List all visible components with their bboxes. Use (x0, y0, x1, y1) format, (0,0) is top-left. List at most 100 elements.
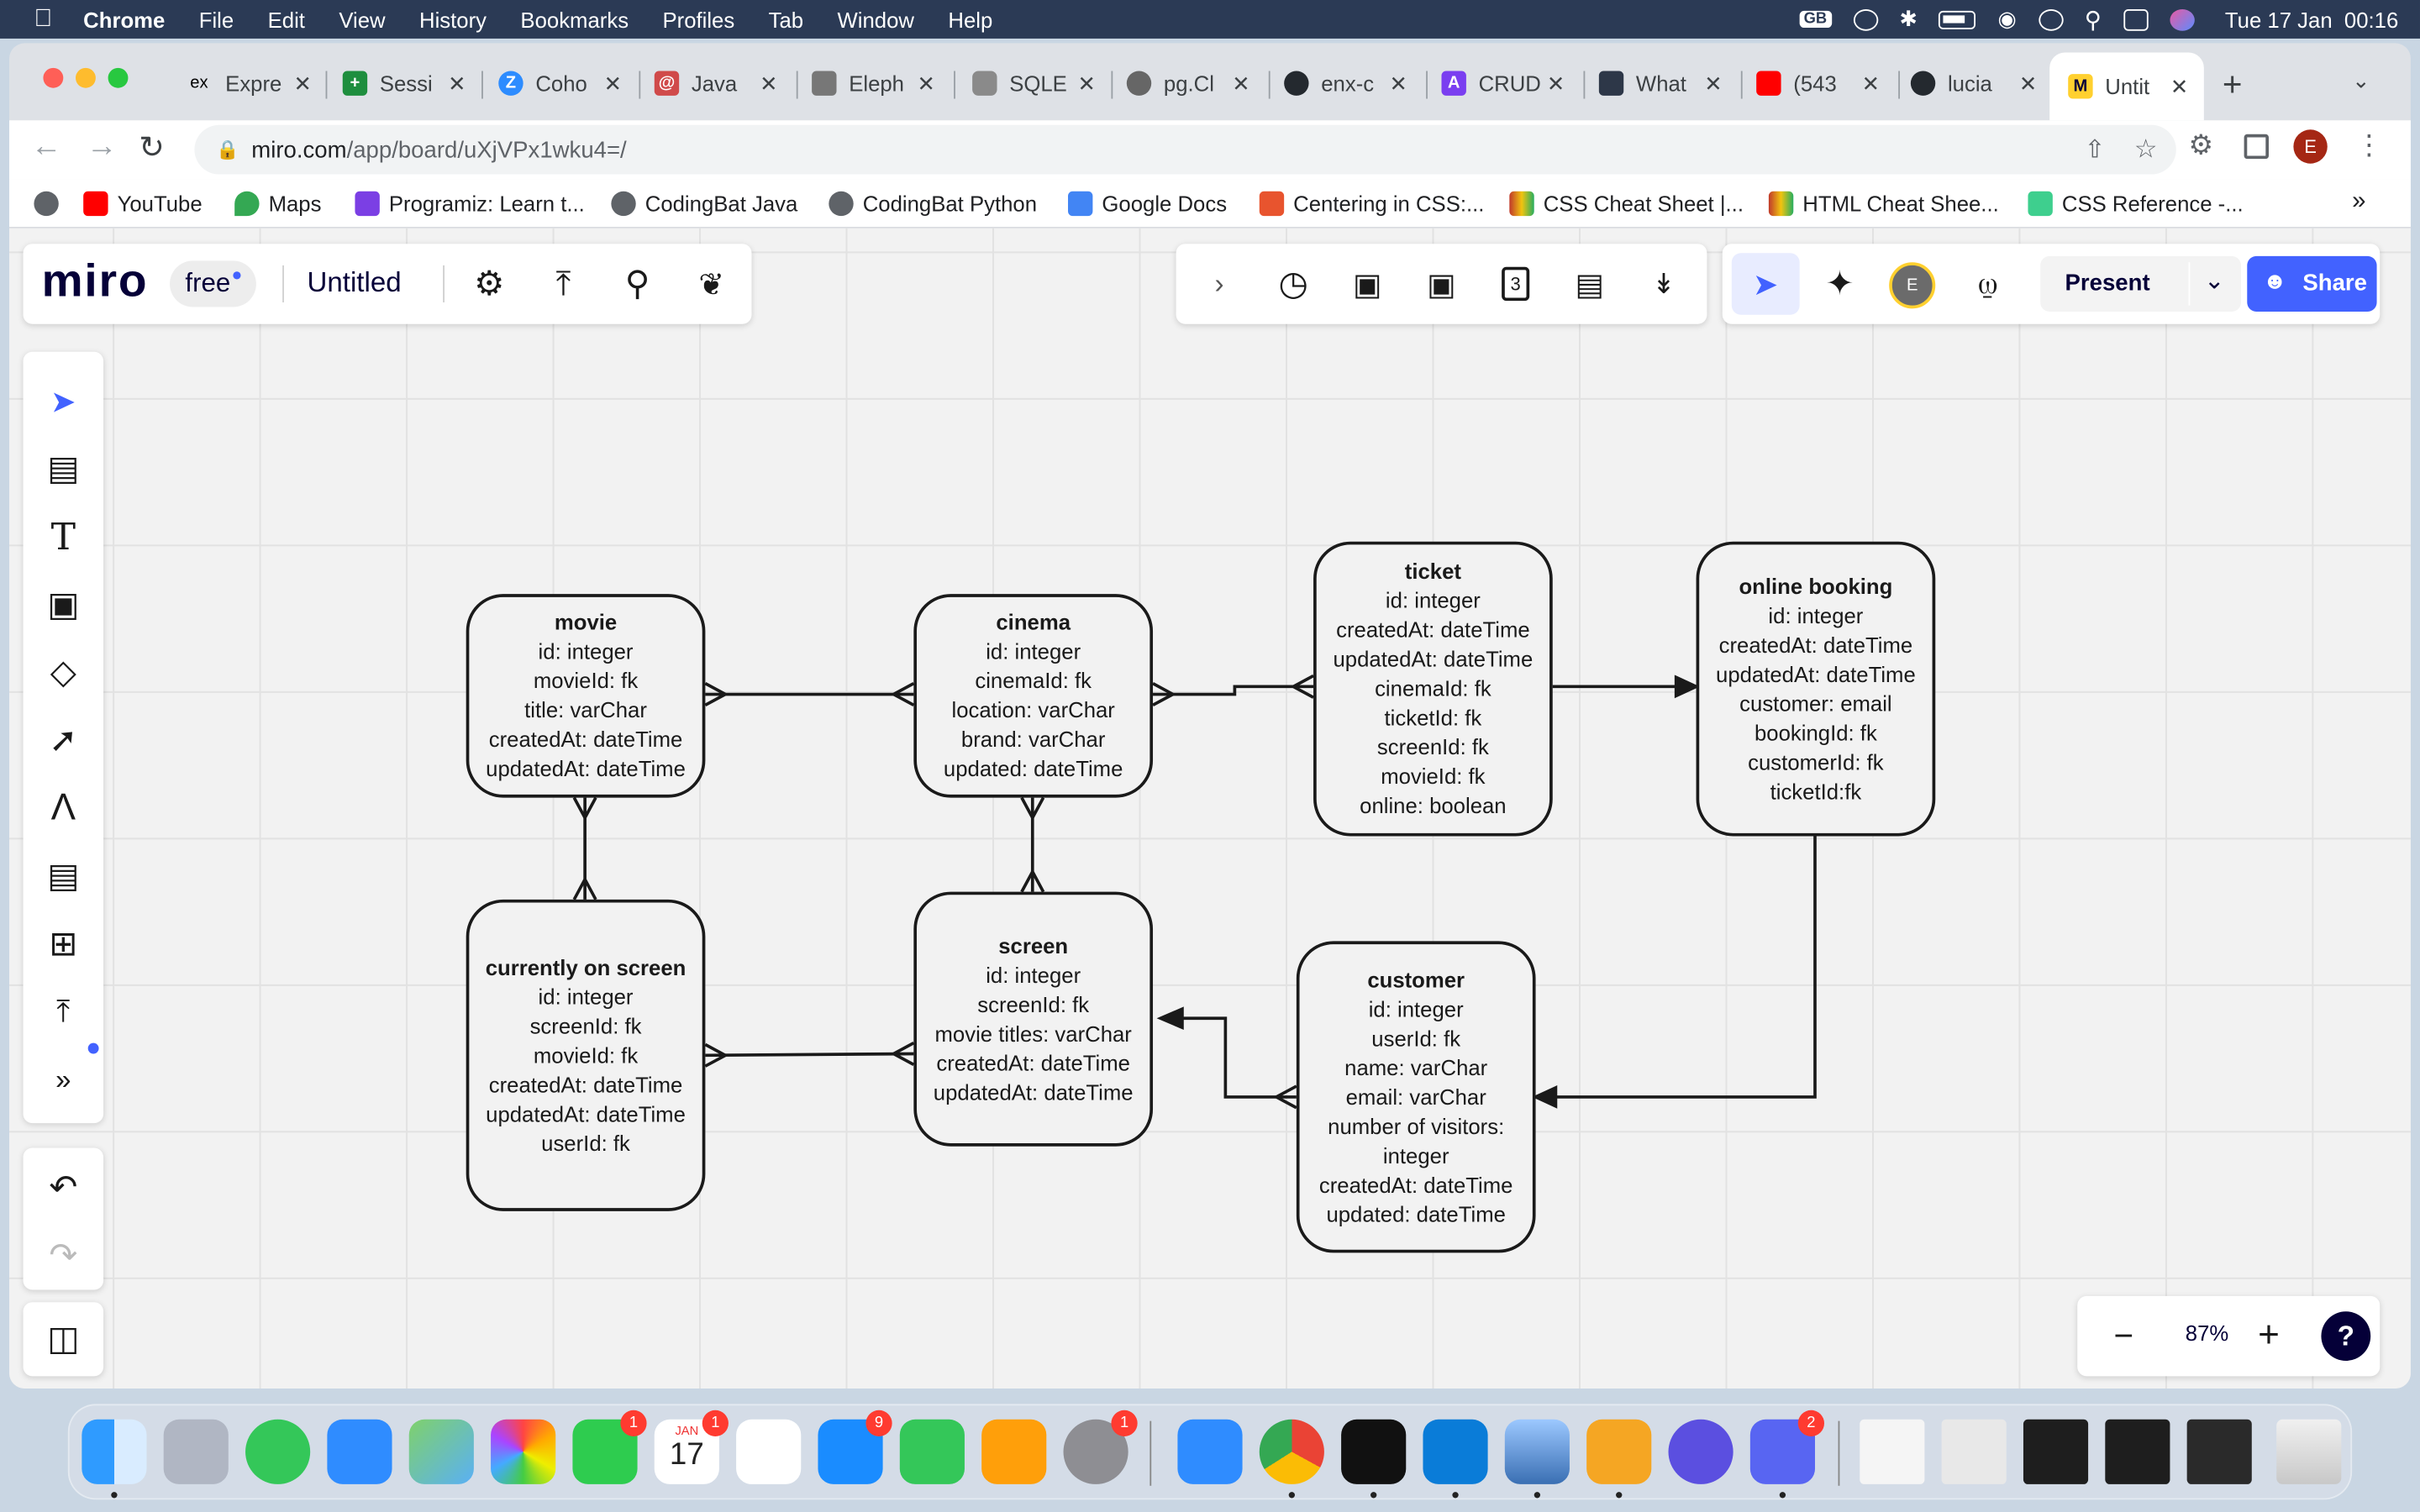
close-tab-icon[interactable]: ✕ (604, 71, 623, 97)
messages-icon[interactable] (245, 1419, 311, 1484)
finder-icon[interactable] (82, 1419, 147, 1484)
siri-icon[interactable] (2169, 8, 2195, 30)
bluetooth-app-icon[interactable] (1177, 1419, 1243, 1484)
control-center-icon[interactable] (2123, 8, 2149, 30)
tab[interactable]: pg.Cl ✕ (1126, 61, 1250, 104)
mail-icon[interactable] (327, 1419, 392, 1484)
bookmark-codingbat-python[interactable]: CodingBat Python (829, 191, 1037, 217)
currently-on-screen-screen-connector[interactable] (704, 1042, 915, 1068)
bookmark-google-docs[interactable]: Google Docs (1068, 191, 1227, 217)
menu-bookmarks[interactable]: Bookmarks (520, 7, 629, 31)
menu-app-name[interactable]: Chrome (83, 7, 165, 31)
entity-customer[interactable]: customer id: integer userId: fk name: va… (1296, 941, 1536, 1253)
bluetooth-icon[interactable]: ✱ (1899, 6, 1918, 32)
bookmark-codingbat-java[interactable]: CodingBat Java (611, 191, 797, 217)
tab[interactable]: @ Java ✕ (654, 61, 778, 104)
launchpad-icon[interactable] (163, 1419, 229, 1484)
reload-icon[interactable]: ↻ (139, 128, 165, 166)
bookmark-maps[interactable]: Maps (234, 191, 321, 217)
customer-screen-connector[interactable] (1156, 1006, 1297, 1110)
tab[interactable]: What ✕ (1598, 61, 1723, 104)
menu-view[interactable]: View (339, 7, 385, 31)
wifi-icon[interactable]: ◉ (1998, 6, 2017, 32)
preview-icon[interactable] (1504, 1419, 1570, 1484)
window-thumbnail-icon[interactable] (2186, 1419, 2252, 1484)
cinema-screen-connector[interactable] (1020, 796, 1045, 893)
menu-help[interactable]: Help (948, 7, 992, 31)
document-thumbnail-icon[interactable] (1860, 1419, 1925, 1484)
close-tab-icon[interactable]: ✕ (760, 71, 778, 97)
extensions-icon[interactable]: ⚙ (2188, 129, 2213, 162)
tab[interactable]: Eleph ✕ (812, 61, 935, 104)
miro-board-canvas[interactable]: miro free Untitled ⚙ ⤒ ⚲ ❦ › ◷ ▣ ▣ 3 ▤ ↡… (9, 228, 2411, 1389)
photos-icon[interactable] (491, 1419, 556, 1484)
calendar-icon[interactable]: JAN 17 1 (654, 1410, 729, 1484)
movie-cinema-connector[interactable] (704, 682, 915, 707)
tab[interactable]: + Sessi ✕ (342, 61, 466, 104)
tab[interactable]: Z Coho ✕ (498, 61, 622, 104)
discord-icon[interactable]: 2 (1749, 1410, 1825, 1484)
share-page-icon[interactable]: ⇧ (2085, 134, 2106, 165)
cinema-ticket-connector[interactable] (1152, 674, 1314, 707)
close-tab-icon[interactable]: ✕ (293, 71, 312, 97)
online-booking-customer-connector[interactable] (1532, 836, 1817, 1109)
close-tab-icon[interactable]: ✕ (448, 71, 466, 97)
numbers-icon[interactable] (899, 1419, 965, 1484)
facetime-icon[interactable]: 1 (572, 1410, 647, 1484)
play-icon[interactable] (1853, 8, 1878, 30)
menu-window[interactable]: Window (838, 7, 914, 31)
close-tab-icon[interactable]: ✕ (2019, 71, 2038, 97)
clock[interactable]: Tue 17 Jan 00:16 (2225, 7, 2398, 31)
vscode-icon[interactable] (1423, 1419, 1488, 1484)
entity-online-booking[interactable]: online booking id: integer createdAt: da… (1696, 541, 1936, 837)
battery-icon[interactable] (1939, 9, 1976, 29)
close-tab-icon[interactable]: ✕ (1547, 71, 1565, 97)
reminders-icon[interactable] (736, 1419, 802, 1484)
new-tab-button[interactable]: + (2223, 65, 2243, 105)
close-tab-icon[interactable]: ✕ (1078, 71, 1097, 97)
tab[interactable]: ex Expre ✕ (185, 61, 312, 104)
tab[interactable]: lucia ✕ (1910, 61, 2038, 104)
spotlight-icon[interactable]: ⚲ (2085, 5, 2102, 33)
close-tab-icon[interactable]: ✕ (1704, 71, 1723, 97)
ticket-online-booking-connector[interactable] (1552, 675, 1700, 699)
menu-file[interactable]: File (199, 7, 234, 31)
pages-icon[interactable] (981, 1419, 1047, 1484)
moon-app-icon[interactable] (1668, 1419, 1733, 1484)
entity-screen[interactable]: screen id: integer screenId: fk movie ti… (913, 891, 1154, 1147)
maps-icon[interactable] (408, 1419, 474, 1484)
tab-active[interactable]: M Untit ✕ (2049, 52, 2204, 121)
forward-icon[interactable]: → (87, 129, 118, 165)
bookmark-html-cheat-sheet[interactable]: HTML Cheat Shee... (1768, 191, 1999, 217)
keyboard-layout-indicator[interactable]: GB (1799, 10, 1832, 29)
bookmarks-overflow-icon[interactable]: » (2352, 188, 2365, 216)
tab[interactable]: A CRUD ✕ (1441, 61, 1565, 104)
bookmark-apps-icon[interactable] (34, 191, 67, 217)
bookmark-star-icon[interactable]: ☆ (2134, 134, 2158, 165)
movie-currently-on-screen-connector[interactable] (572, 796, 597, 900)
app-store-icon[interactable]: 9 (818, 1410, 892, 1484)
tab[interactable]: enx-c ✕ (1284, 61, 1407, 104)
close-window-button[interactable] (43, 67, 64, 88)
menu-profiles[interactable]: Profiles (662, 7, 734, 31)
terminal-icon[interactable] (1341, 1419, 1407, 1484)
bookmark-css-reference[interactable]: CSS Reference -... (2028, 191, 2244, 217)
menu-edit[interactable]: Edit (268, 7, 305, 31)
side-panel-icon[interactable] (2244, 134, 2269, 160)
system-settings-icon[interactable]: 1 (1063, 1410, 1138, 1484)
screenshot-thumbnail-icon[interactable] (1941, 1419, 2007, 1484)
tableplus-elephant-icon[interactable] (1586, 1419, 1652, 1484)
kebab-menu-icon[interactable]: ⋮ (2355, 129, 2383, 162)
entity-movie[interactable]: movie id: integer movieId: fk title: var… (466, 594, 706, 798)
entity-ticket[interactable]: ticket id: integer createdAt: dateTime u… (1313, 541, 1553, 837)
menu-history[interactable]: History (419, 7, 487, 31)
tab-search-chevron-icon[interactable]: ⌄ (2352, 68, 2370, 94)
close-tab-icon[interactable]: ✕ (2170, 73, 2189, 99)
entity-cinema[interactable]: cinema id: integer cinemaId: fk location… (913, 594, 1154, 798)
close-tab-icon[interactable]: ✕ (1232, 71, 1250, 97)
window-thumbnail-icon[interactable] (2023, 1419, 2089, 1484)
apple-icon[interactable]:  (34, 5, 52, 33)
close-tab-icon[interactable]: ✕ (1390, 71, 1408, 97)
minimize-window-button[interactable] (75, 67, 96, 88)
chrome-icon[interactable] (1259, 1419, 1324, 1484)
